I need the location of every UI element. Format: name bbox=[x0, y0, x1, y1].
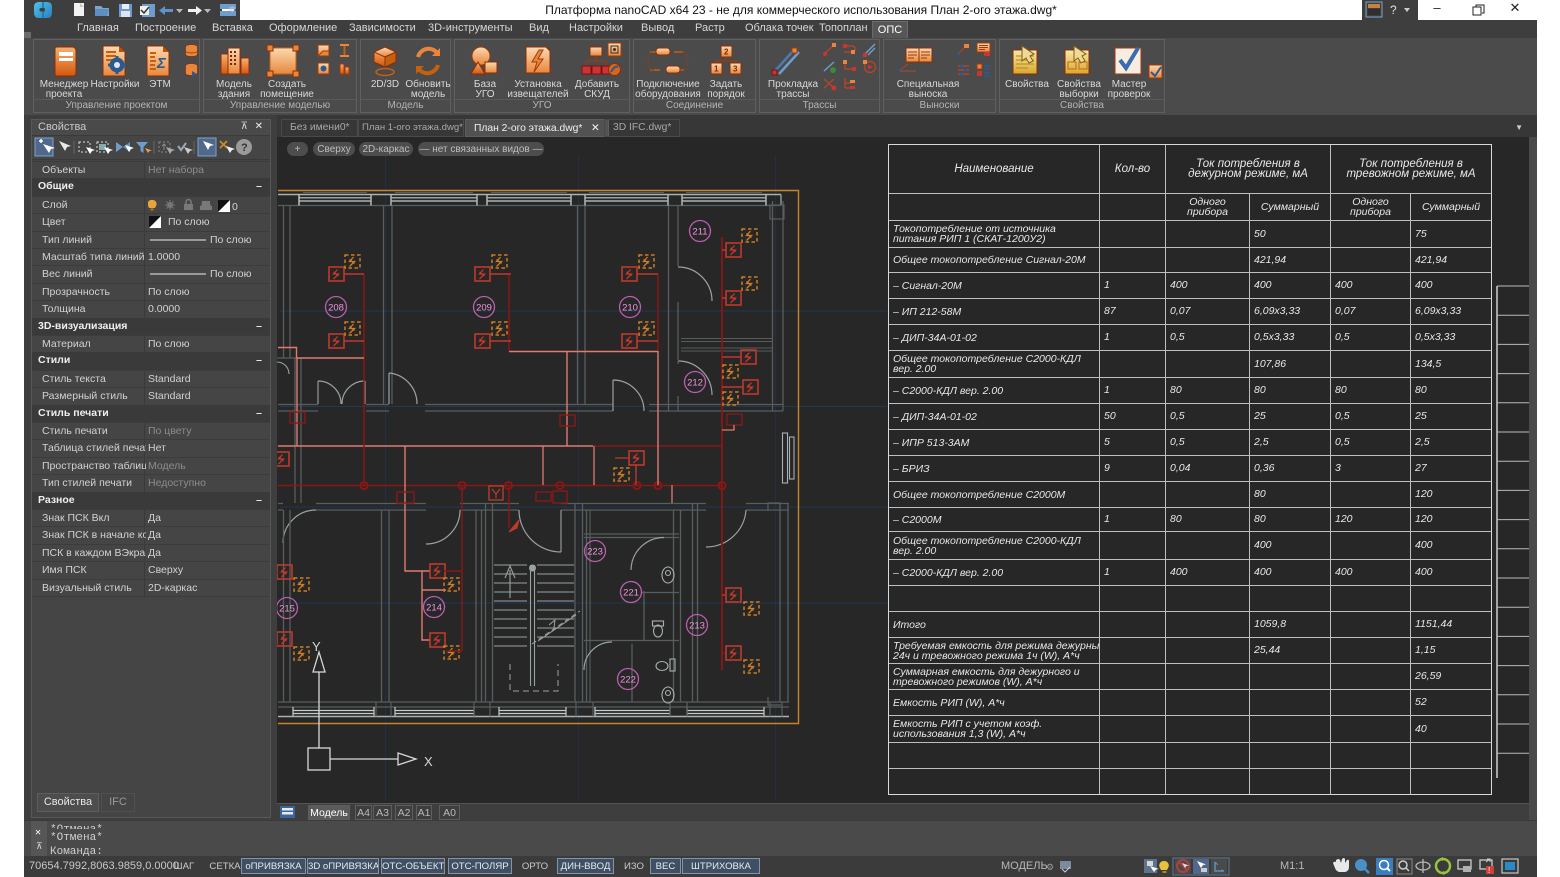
svg-text:Y: Y bbox=[312, 639, 321, 654]
svg-text:209: 209 bbox=[476, 303, 492, 314]
svg-text:?: ? bbox=[1390, 3, 1397, 17]
svg-text:!: ! bbox=[1488, 866, 1490, 875]
svg-text:213: 213 bbox=[689, 621, 705, 632]
svg-text:214: 214 bbox=[426, 603, 442, 614]
svg-text:210: 210 bbox=[622, 303, 638, 314]
svg-text:0: 0 bbox=[232, 201, 238, 212]
svg-text:212: 212 bbox=[687, 378, 703, 389]
svg-text:X: X bbox=[424, 754, 433, 769]
svg-text:1: 1 bbox=[714, 65, 719, 74]
svg-text:2: 2 bbox=[724, 48, 729, 57]
svg-text:⚙: ⚙ bbox=[1046, 862, 1054, 872]
svg-text:Σ: Σ bbox=[156, 55, 167, 72]
svg-text:221: 221 bbox=[623, 588, 639, 599]
svg-text:3: 3 bbox=[733, 65, 738, 74]
svg-text:208: 208 bbox=[328, 303, 344, 314]
svg-text:222: 222 bbox=[620, 675, 636, 686]
svg-text:215: 215 bbox=[279, 604, 295, 615]
svg-text:223: 223 bbox=[587, 547, 603, 558]
svg-text:211: 211 bbox=[692, 227, 707, 238]
